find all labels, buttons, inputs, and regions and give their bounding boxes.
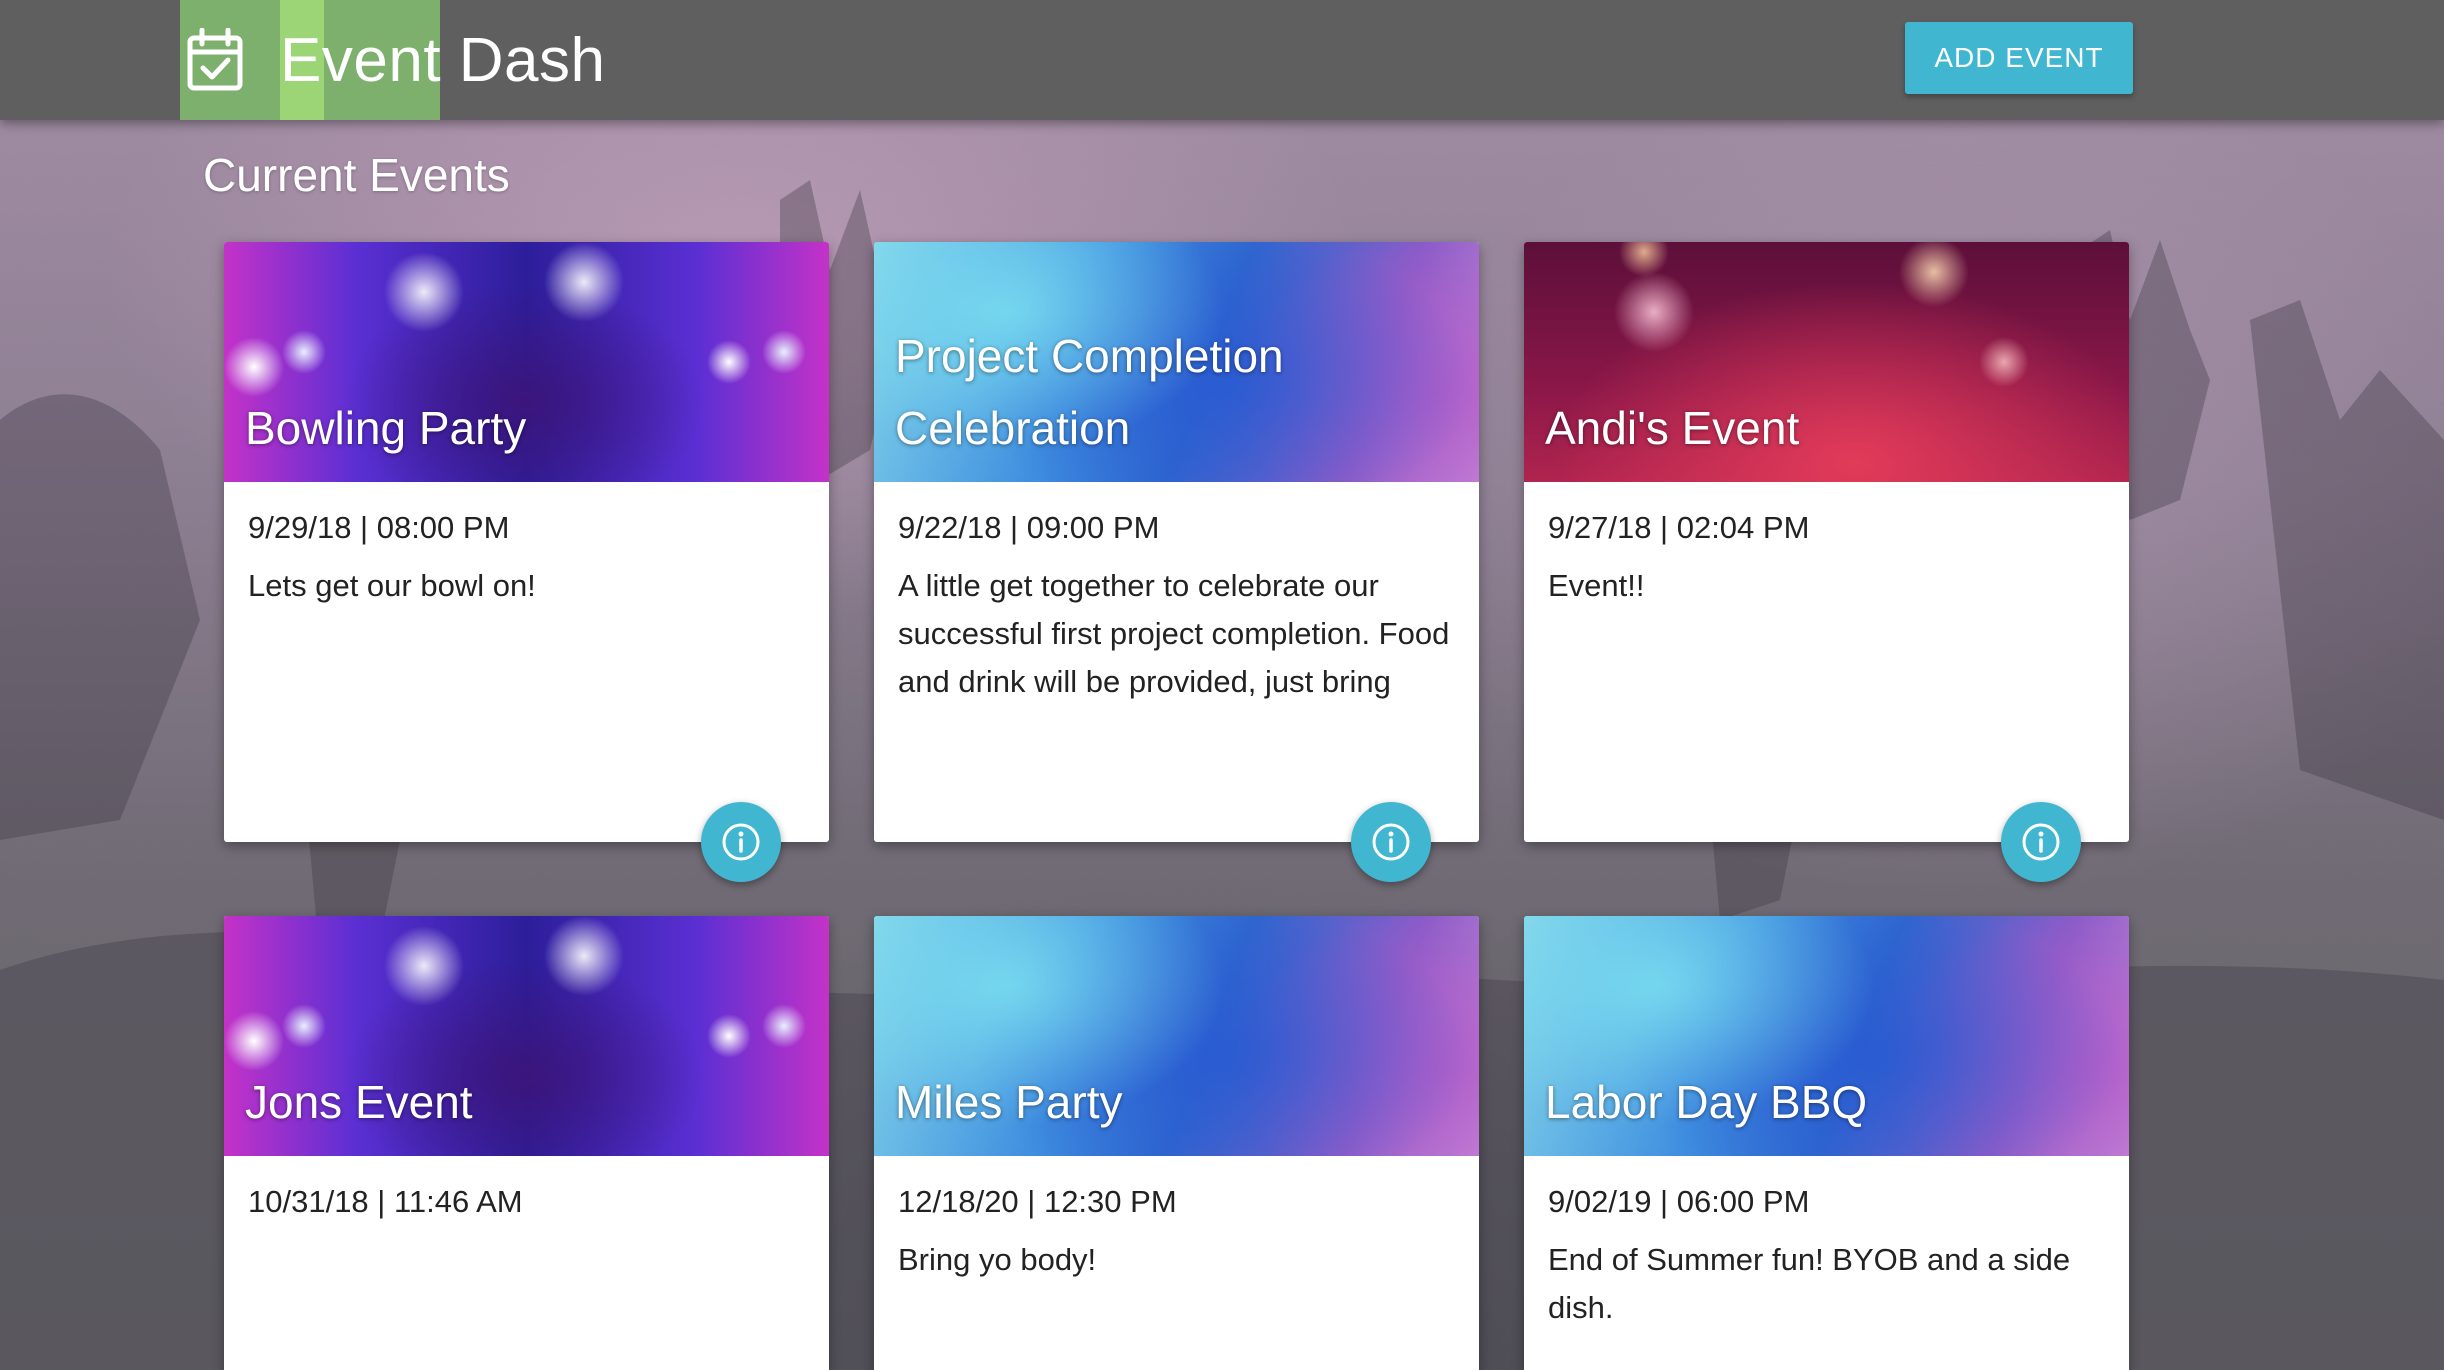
event-title: Miles Party — [895, 1076, 1123, 1128]
event-card-body: 10/31/18 | 11:46 AM — [224, 1156, 829, 1236]
event-card-body: 9/29/18 | 08:00 PM Lets get our bowl on! — [224, 482, 829, 610]
event-card-image: Bowling Party — [224, 242, 829, 482]
event-description: A little get together to celebrate our s… — [898, 568, 1450, 699]
event-description: Event!! — [1548, 568, 1645, 603]
event-datetime: 10/31/18 | 11:46 AM — [248, 1184, 523, 1219]
event-datetime: 9/02/19 | 06:00 PM — [1548, 1184, 1810, 1219]
event-card-body: 9/22/18 | 09:00 PM A little get together… — [874, 482, 1479, 712]
event-card-image: Miles Party — [874, 916, 1479, 1156]
event-description: Bring yo body! — [898, 1242, 1097, 1277]
event-card[interactable]: Jons Event 10/31/18 | 11:46 AM — [224, 916, 829, 1370]
event-card-image: Project Completion Celebration — [874, 242, 1479, 482]
top-navbar: Event Dash ADD EVENT — [0, 0, 2444, 120]
event-description: Lets get our bowl on! — [248, 568, 536, 603]
event-datetime: 9/29/18 | 08:00 PM — [248, 510, 510, 545]
info-icon — [722, 823, 760, 861]
event-title: Project Completion Celebration — [895, 330, 1284, 454]
event-info-button[interactable] — [1351, 802, 1431, 882]
event-description: End of Summer fun! BYOB and a side dish. — [1548, 1242, 2071, 1325]
brand[interactable]: Event Dash — [180, 0, 606, 120]
add-event-button[interactable]: ADD EVENT — [1905, 22, 2133, 94]
event-card-body: 9/27/18 | 02:04 PM Event!! — [1524, 482, 2129, 610]
event-card-body: 12/18/20 | 12:30 PM Bring yo body! — [874, 1156, 1479, 1284]
event-card-body: 9/02/19 | 06:00 PM End of Summer fun! BY… — [1524, 1156, 2129, 1332]
event-datetime: 9/22/18 | 09:00 PM — [898, 510, 1160, 545]
app-title: Event Dash — [280, 25, 606, 95]
event-card[interactable]: Labor Day BBQ 9/02/19 | 06:00 PM End of … — [1524, 916, 2129, 1370]
section-title: Current Events — [203, 149, 510, 201]
event-info-button[interactable] — [2001, 802, 2081, 882]
event-card-image: Andi's Event — [1524, 242, 2129, 482]
event-card-image: Labor Day BBQ — [1524, 916, 2129, 1156]
event-card[interactable]: Miles Party 12/18/20 | 12:30 PM Bring yo… — [874, 916, 1479, 1370]
event-title: Jons Event — [245, 1076, 473, 1128]
event-card-image: Jons Event — [224, 916, 829, 1156]
event-title: Bowling Party — [245, 402, 527, 454]
event-datetime: 9/27/18 | 02:04 PM — [1548, 510, 1810, 545]
event-info-button[interactable] — [701, 802, 781, 882]
info-icon — [1372, 823, 1410, 861]
event-card[interactable]: Bowling Party 9/29/18 | 08:00 PM Lets ge… — [224, 242, 829, 882]
calendar-check-icon — [187, 28, 243, 91]
event-card[interactable]: Project Completion Celebration 9/22/18 |… — [874, 242, 1479, 882]
event-card[interactable]: Andi's Event 9/27/18 | 02:04 PM Event!! — [1524, 242, 2129, 882]
event-title: Labor Day BBQ — [1545, 1076, 1868, 1128]
event-title: Andi's Event — [1545, 402, 1800, 454]
event-datetime: 12/18/20 | 12:30 PM — [898, 1184, 1177, 1219]
info-icon — [2022, 823, 2060, 861]
